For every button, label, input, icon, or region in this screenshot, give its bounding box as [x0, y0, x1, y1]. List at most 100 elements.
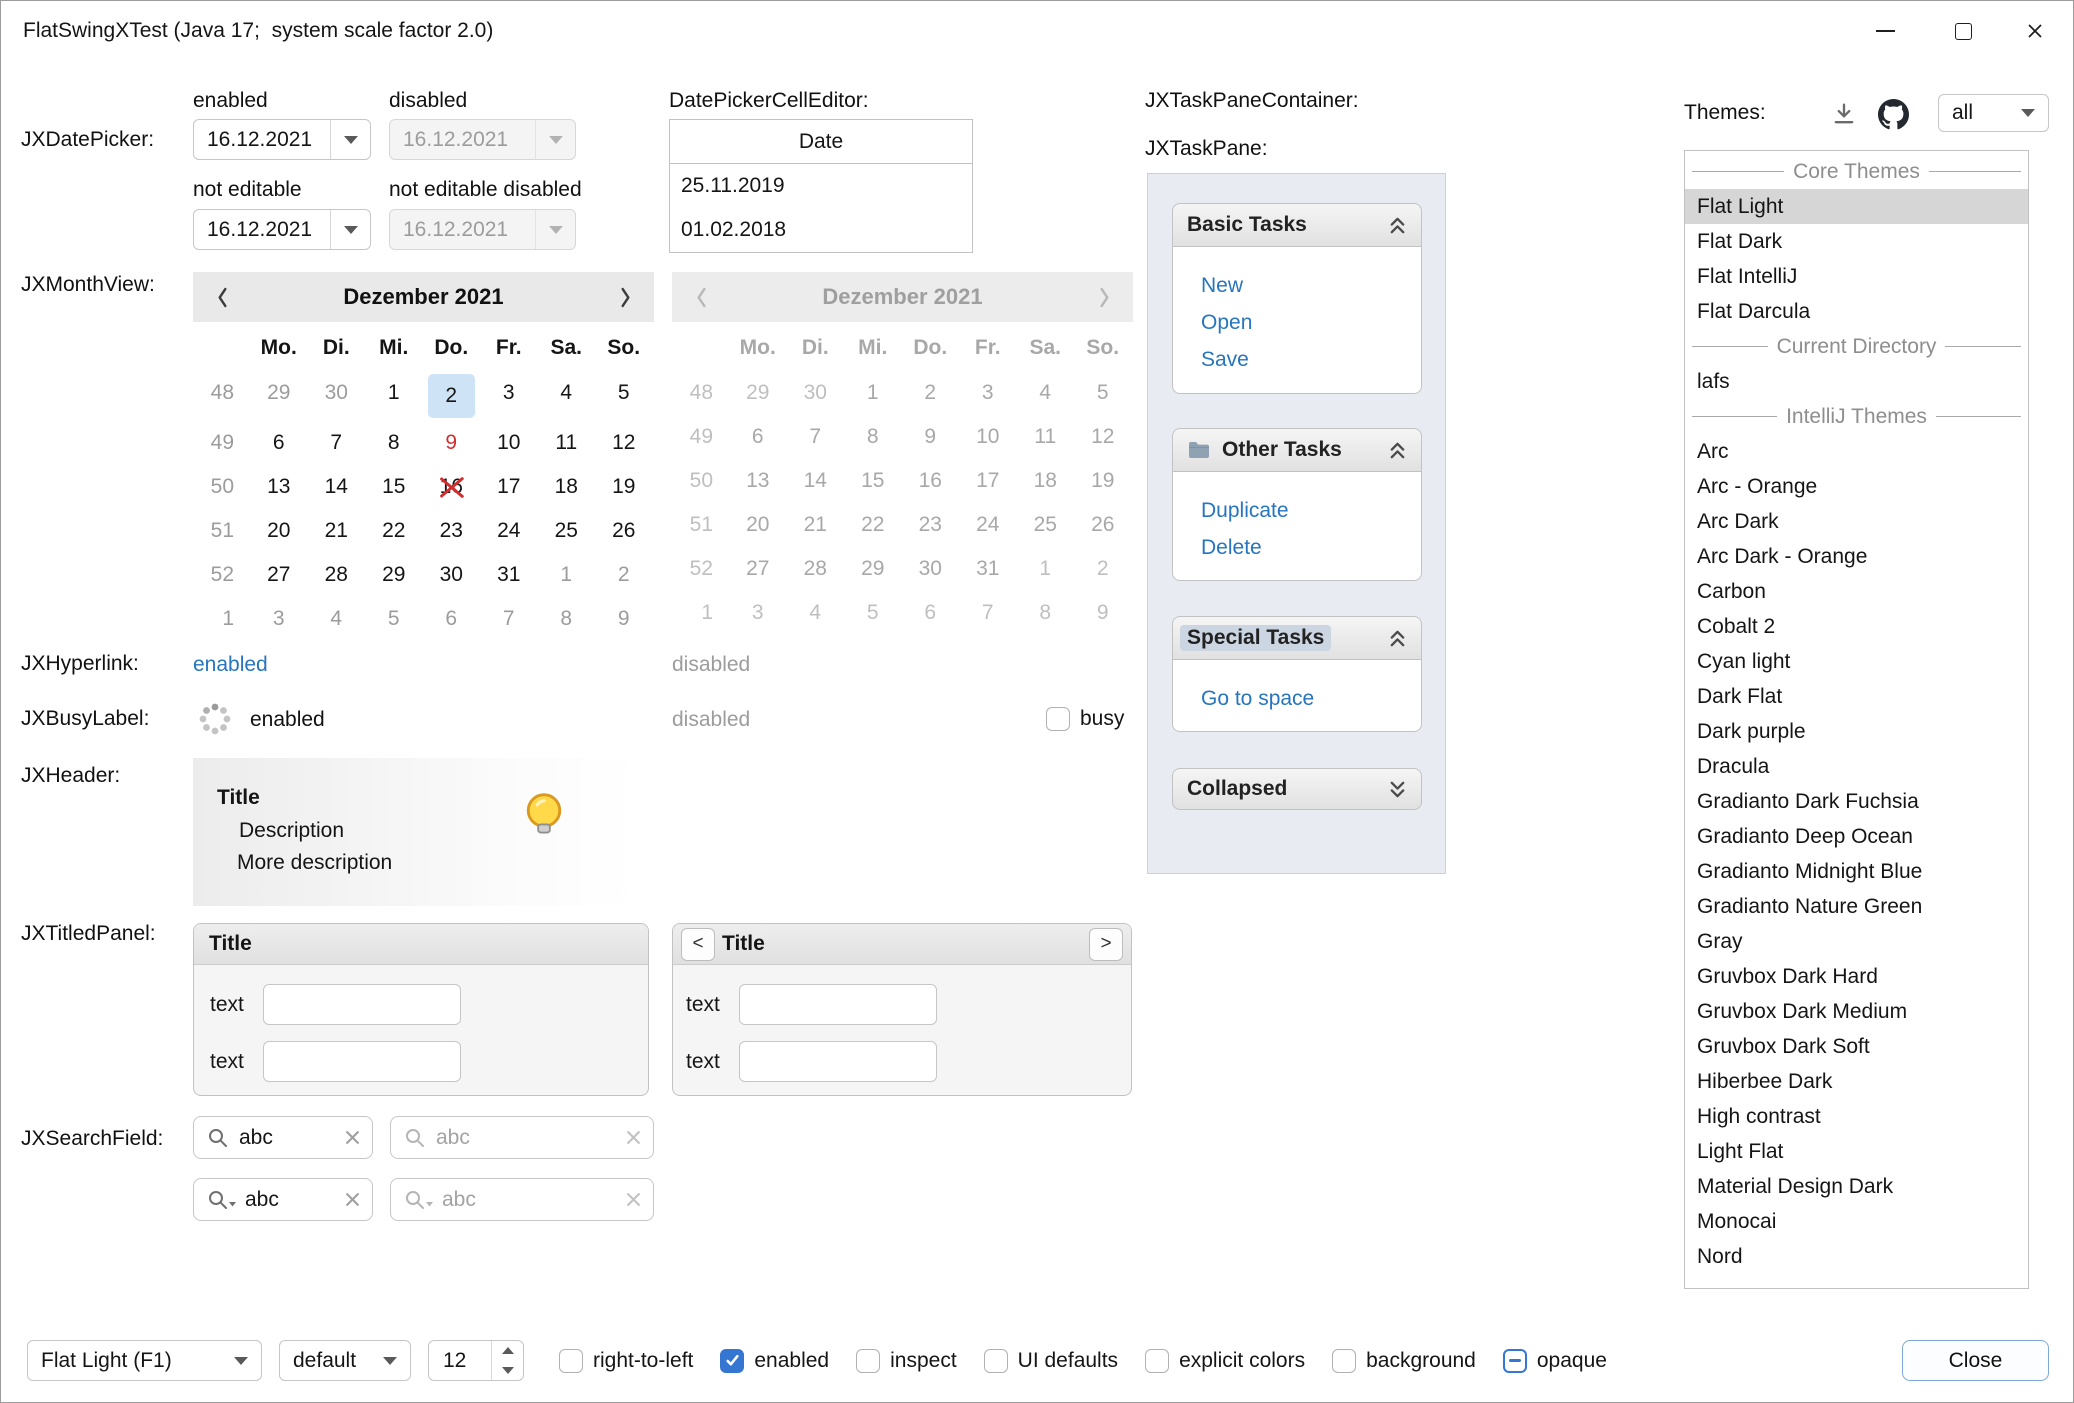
- download-theme-button[interactable]: [1827, 97, 1861, 131]
- datepicker-dropdown-button[interactable]: [330, 120, 370, 159]
- calendar-day[interactable]: 26: [595, 509, 653, 553]
- theme-list-item[interactable]: Flat IntelliJ: [1685, 259, 2028, 294]
- search-value[interactable]: abc: [245, 1188, 336, 1212]
- theme-list-item[interactable]: Dracula: [1685, 749, 2028, 784]
- font-size-spinner[interactable]: 12: [428, 1340, 524, 1381]
- theme-list-item[interactable]: Gray: [1685, 924, 2028, 959]
- theme-list-item[interactable]: Gradianto Deep Ocean: [1685, 819, 2028, 854]
- calendar-day[interactable]: 10: [480, 421, 538, 465]
- calendar-day[interactable]: 12: [595, 421, 653, 465]
- task-link-duplicate[interactable]: Duplicate: [1201, 499, 1421, 523]
- calendar-day[interactable]: 3: [250, 597, 308, 641]
- search-with-menu-icon[interactable]: [206, 1188, 236, 1212]
- clear-icon[interactable]: [345, 1130, 360, 1145]
- calendar-day[interactable]: 5: [365, 597, 423, 641]
- calendar-day[interactable]: 6: [423, 597, 481, 641]
- calendar-day[interactable]: 28: [308, 553, 366, 597]
- calendar-day[interactable]: 2: [428, 374, 476, 418]
- task-link-save[interactable]: Save: [1201, 348, 1421, 372]
- task-link-go-to-space[interactable]: Go to space: [1201, 687, 1421, 711]
- theme-list-item[interactable]: High contrast: [1685, 1099, 2028, 1134]
- theme-list-item[interactable]: Material Design Dark: [1685, 1169, 2028, 1204]
- theme-list-item[interactable]: Gradianto Nature Green: [1685, 889, 2028, 924]
- calendar-day[interactable]: 19: [595, 465, 653, 509]
- theme-list-item[interactable]: Arc: [1685, 434, 2028, 469]
- calendar-day[interactable]: 6: [250, 421, 308, 465]
- theme-list-item[interactable]: Gruvbox Dark Medium: [1685, 994, 2028, 1029]
- searchfield-enabled[interactable]: abc: [193, 1116, 373, 1159]
- calendar-day[interactable]: 17: [480, 465, 538, 509]
- calendar-day[interactable]: 9: [423, 421, 481, 465]
- datepicker-value[interactable]: 16.12.2021: [194, 128, 330, 152]
- taskpane-header[interactable]: Basic Tasks: [1172, 203, 1422, 247]
- theme-list-item[interactable]: Flat Light: [1685, 189, 2028, 224]
- calendar-day[interactable]: 31: [480, 553, 538, 597]
- searchfield-with-menu-enabled[interactable]: abc: [193, 1178, 373, 1221]
- maximize-button[interactable]: [1931, 1, 1995, 61]
- theme-list-item[interactable]: Dark purple: [1685, 714, 2028, 749]
- theme-list-item[interactable]: Light Flat: [1685, 1134, 2028, 1169]
- theme-list-item[interactable]: Gradianto Dark Fuchsia: [1685, 784, 2028, 819]
- checkbox-background[interactable]: background: [1332, 1349, 1476, 1373]
- spinner-value[interactable]: 12: [429, 1349, 491, 1373]
- checkbox-enabled[interactable]: enabled: [720, 1349, 829, 1373]
- font-combobox[interactable]: default: [279, 1340, 411, 1381]
- datepicker-not-editable-field[interactable]: 16.12.2021: [193, 209, 371, 250]
- titledpanel-text-input[interactable]: [739, 1041, 937, 1082]
- calendar-day[interactable]: 8: [365, 421, 423, 465]
- theme-list-item[interactable]: Hiberbee Dark: [1685, 1064, 2028, 1099]
- taskpane-header[interactable]: Special Tasks: [1172, 616, 1422, 660]
- theme-list[interactable]: Core ThemesFlat LightFlat DarkFlat Intel…: [1684, 150, 2029, 1289]
- busy-checkbox[interactable]: busy: [1046, 698, 1124, 740]
- calendar-day[interactable]: 14: [308, 465, 366, 509]
- theme-list-item[interactable]: Arc Dark: [1685, 504, 2028, 539]
- clear-icon[interactable]: [345, 1192, 360, 1207]
- title-bar[interactable]: FlatSwingXTest (Java 17; system scale fa…: [1, 1, 2073, 61]
- checkbox-box[interactable]: [984, 1349, 1008, 1373]
- calendar-day[interactable]: 20: [250, 509, 308, 553]
- task-link-open[interactable]: Open: [1201, 311, 1421, 335]
- theme-list-item[interactable]: Monocai: [1685, 1204, 2028, 1239]
- theme-list-item[interactable]: Arc Dark - Orange: [1685, 539, 2028, 574]
- calendar-day[interactable]: 25: [538, 509, 596, 553]
- theme-list-item[interactable]: Nord: [1685, 1239, 2028, 1274]
- calendar-day[interactable]: 5: [595, 371, 653, 415]
- search-value[interactable]: abc: [239, 1126, 336, 1150]
- spinner-up-button[interactable]: [492, 1341, 523, 1361]
- datepicker-dropdown-button[interactable]: [330, 210, 370, 249]
- theme-list-item[interactable]: Flat Dark: [1685, 224, 2028, 259]
- prev-month-button[interactable]: [193, 272, 251, 322]
- calendar-day[interactable]: 2: [595, 553, 653, 597]
- calendar-day[interactable]: 29: [365, 553, 423, 597]
- calendar-day[interactable]: 1: [538, 553, 596, 597]
- calendar-day[interactable]: 22: [365, 509, 423, 553]
- theme-list-item[interactable]: Arc - Orange: [1685, 469, 2028, 504]
- calendar-day[interactable]: 9: [595, 597, 653, 641]
- calendar-day[interactable]: 21: [308, 509, 366, 553]
- checkbox-box[interactable]: [1046, 707, 1070, 731]
- calendar-day[interactable]: 16: [423, 465, 481, 509]
- calendar-day[interactable]: 15: [365, 465, 423, 509]
- calendar-day[interactable]: 4: [308, 597, 366, 641]
- theme-list-item[interactable]: Carbon: [1685, 574, 2028, 609]
- calendar-day[interactable]: 3: [480, 371, 538, 415]
- calendar-day[interactable]: 4: [538, 371, 596, 415]
- titledpanel-text-input[interactable]: [263, 984, 461, 1025]
- close-button[interactable]: Close: [1902, 1340, 2049, 1381]
- taskpane-header[interactable]: Collapsed: [1172, 768, 1422, 810]
- checkbox-box[interactable]: [856, 1349, 880, 1373]
- checkbox-box[interactable]: [1332, 1349, 1356, 1373]
- table-header-date[interactable]: Date: [670, 120, 972, 164]
- minimize-button[interactable]: [1853, 1, 1917, 61]
- next-month-button[interactable]: [596, 272, 654, 322]
- task-link-new[interactable]: New: [1201, 274, 1421, 298]
- close-window-button[interactable]: [2003, 1, 2067, 61]
- datepicker-enabled-field[interactable]: 16.12.2021: [193, 119, 371, 160]
- checkbox-box[interactable]: [720, 1349, 744, 1373]
- checkbox-opaque[interactable]: opaque: [1503, 1349, 1607, 1373]
- checkbox-box[interactable]: [1145, 1349, 1169, 1373]
- calendar-day[interactable]: 11: [538, 421, 596, 465]
- calendar-day[interactable]: 13: [250, 465, 308, 509]
- checkbox-box[interactable]: [559, 1349, 583, 1373]
- table-row[interactable]: 25.11.2019: [670, 164, 972, 208]
